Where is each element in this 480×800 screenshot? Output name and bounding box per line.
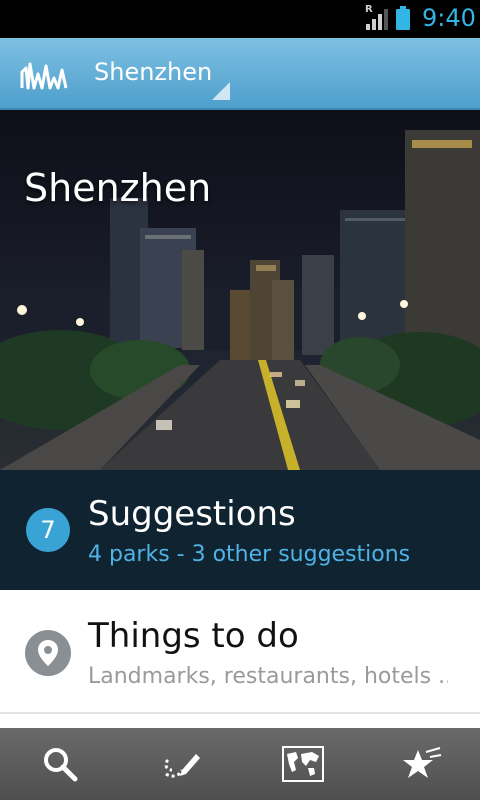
edit-path-icon xyxy=(164,754,200,778)
search-button[interactable] xyxy=(0,728,120,800)
world-map-button[interactable] xyxy=(240,728,360,800)
action-bar: Shenzhen xyxy=(0,38,480,110)
app-logo-icon[interactable] xyxy=(20,58,68,90)
world-map-icon xyxy=(282,746,324,782)
bottom-nav-bar xyxy=(0,728,480,800)
edit-path-button[interactable] xyxy=(120,728,240,800)
clock: 9:40 xyxy=(422,4,476,32)
map-pin-icon xyxy=(25,630,71,676)
dropdown-corner-icon[interactable] xyxy=(212,82,230,100)
battery-icon xyxy=(396,6,410,30)
things-to-do-title: Things to do xyxy=(88,616,299,656)
signal-icon xyxy=(366,9,388,30)
status-bar: R 9:40 xyxy=(0,0,480,38)
suggestions-subtitle: 4 parks - 3 other suggestions xyxy=(88,542,411,567)
city-night-photo xyxy=(0,130,480,470)
things-to-do-subtitle: Landmarks, restaurants, hotels ... xyxy=(88,664,448,689)
suggestions-count-badge: 7 xyxy=(26,508,70,552)
favorites-star-icon xyxy=(403,747,442,778)
suggestions-title: Suggestions xyxy=(88,494,296,534)
hero-image: Shenzhen xyxy=(0,110,480,470)
favorites-button[interactable] xyxy=(360,728,480,800)
hero-title: Shenzhen xyxy=(24,166,212,210)
city-selector[interactable]: Shenzhen xyxy=(94,58,212,86)
search-icon xyxy=(44,748,78,782)
